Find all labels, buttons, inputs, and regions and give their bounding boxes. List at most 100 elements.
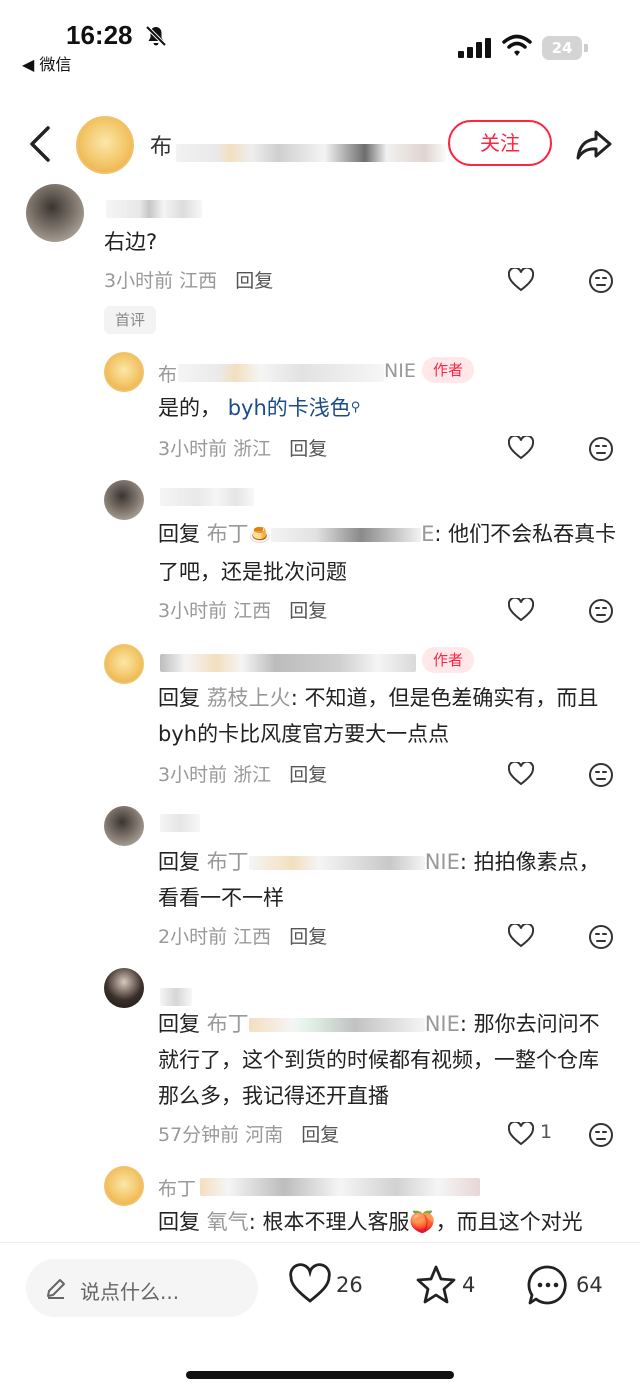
reply-meta: 2小时前 江西 回复 — [158, 922, 327, 949]
reply-target-tail: E — [421, 522, 435, 546]
emoji-face-icon[interactable] — [588, 436, 614, 462]
redacted-target — [248, 1018, 425, 1032]
comment-button[interactable]: 64 — [526, 1263, 616, 1311]
user-avatar[interactable] — [104, 480, 144, 520]
comment-text: 右边? — [104, 230, 158, 254]
user-avatar[interactable] — [26, 184, 84, 242]
heart-icon[interactable] — [508, 436, 534, 460]
input-placeholder: 说点什么... — [80, 1280, 180, 1304]
heart-icon[interactable] — [508, 762, 534, 786]
reply-region: 江西 — [233, 926, 272, 948]
reply-text: 回复 氧气: 根本不理人客服🍑，而且这个对光 — [158, 1204, 628, 1240]
search-small-icon: ⚲ — [350, 400, 361, 415]
reply-text: 回复 布丁🍮 E: 他们不会私吞真卡了吧，还是批次问题 — [158, 516, 618, 590]
reply-text-plain: 是的， — [158, 396, 221, 420]
comment-input[interactable]: 说点什么... — [26, 1259, 258, 1317]
reply-prefix: 回复 — [158, 686, 200, 710]
reply-target-name[interactable]: 氧气 — [207, 1210, 249, 1234]
reply-prefix: 回复 — [158, 1210, 200, 1234]
reply-meta: 3小时前 浙江 回复 — [158, 760, 327, 787]
reply-meta: 3小时前 浙江 回复 — [158, 434, 327, 461]
comment-region: 江西 — [179, 270, 218, 292]
reply-region: 浙江 — [233, 764, 272, 786]
user-avatar[interactable] — [104, 806, 144, 846]
reply-nick: 布 — [158, 364, 178, 386]
emoji-face-icon[interactable] — [588, 924, 614, 950]
emoji-face-icon[interactable] — [588, 598, 614, 624]
reply-item: 作者 回复 荔枝上火: 不知道，但是色差确实有，而且byh的卡比风度官方要大一点… — [0, 644, 640, 794]
reply-time: 3小时前 — [158, 764, 228, 786]
note-header: 布 关注 — [0, 110, 640, 180]
reply-target-name[interactable]: 布丁 — [207, 1012, 249, 1036]
redacted-nick — [178, 364, 384, 382]
heart-icon[interactable] — [508, 1122, 534, 1146]
like-button[interactable]: 26 — [288, 1263, 368, 1311]
reply-button[interactable]: 回复 — [301, 1124, 339, 1146]
emoji-face-icon[interactable] — [588, 762, 614, 788]
reply-target-tail: NIE — [424, 1012, 460, 1036]
redacted-name — [176, 144, 446, 162]
reply-meta: 3小时前 江西 回复 — [158, 596, 327, 623]
reply-target-name[interactable]: 布丁 — [207, 850, 249, 874]
author-avatar-small[interactable] — [104, 1166, 144, 1206]
reply-time: 57分钟前 — [158, 1124, 240, 1146]
redacted-nick — [160, 814, 200, 832]
back-arrow-icon[interactable] — [26, 124, 54, 164]
redacted-target — [271, 528, 422, 542]
emoji-face-icon[interactable] — [588, 268, 614, 294]
reply-meta: 57分钟前 河南 回复 — [158, 1120, 339, 1147]
emoji-face-icon[interactable] — [588, 1122, 614, 1148]
redacted-target — [248, 856, 425, 870]
favorite-count: 4 — [462, 1273, 476, 1297]
pen-icon — [47, 1279, 65, 1299]
star-icon — [416, 1265, 456, 1304]
reply-item: 回复 布丁🍮 E: 他们不会私吞真卡了吧，还是批次问题 3小时前 江西 回复 — [0, 480, 640, 630]
reply-button[interactable]: 回复 — [289, 600, 327, 622]
first-comment-badge: 首评 — [104, 306, 156, 334]
comment-meta: 3小时前 江西 回复 — [104, 266, 273, 293]
author-avatar-small[interactable] — [104, 644, 144, 684]
heart-icon[interactable] — [508, 268, 534, 292]
reply-target-name[interactable]: 布丁 — [207, 522, 249, 546]
reply-prefix: 回复 — [158, 850, 200, 874]
share-icon[interactable] — [574, 124, 614, 164]
reply-region: 浙江 — [233, 438, 272, 460]
reply-target-tail: NIE — [424, 850, 460, 874]
redacted-nick — [200, 1178, 480, 1196]
reply-time: 3小时前 — [158, 438, 228, 460]
reply-region: 江西 — [233, 600, 272, 622]
clock: 16:28 — [66, 20, 133, 50]
redacted-nick — [106, 200, 202, 218]
author-name[interactable]: 布 — [150, 129, 172, 161]
user-avatar[interactable] — [104, 968, 144, 1008]
heart-icon[interactable] — [508, 924, 534, 948]
follow-button[interactable]: 关注 — [448, 120, 552, 166]
reply-item: 回复 布丁 NIE: 拍拍像素点，看看一不一样 2小时前 江西 回复 — [0, 806, 640, 956]
favorite-button[interactable]: 4 — [414, 1263, 484, 1311]
author-tag: 作者 — [422, 647, 474, 673]
chat-bubble-icon — [527, 1265, 567, 1305]
status-bar: 16:28 ◀ 微信 24 — [0, 0, 640, 80]
wifi-icon — [502, 34, 532, 56]
author-avatar[interactable] — [76, 116, 134, 174]
search-link[interactable]: byh的卡浅色 — [228, 396, 351, 420]
reply-button[interactable]: 回复 — [289, 438, 327, 460]
reply-button[interactable]: 回复 — [235, 270, 273, 292]
cell-signal-icon — [458, 38, 491, 58]
reply-target-name[interactable]: 荔枝上火 — [207, 686, 291, 710]
reply-button[interactable]: 回复 — [289, 926, 327, 948]
back-to-app[interactable]: ◀ 微信 — [22, 51, 71, 75]
reply-item: 布丁 回复 氧气: 根本不理人客服🍑，而且这个对光 — [0, 1166, 640, 1242]
reply-time: 3小时前 — [158, 600, 228, 622]
reply-prefix: 回复 — [158, 1012, 200, 1036]
author-avatar-small[interactable] — [104, 352, 144, 392]
reply-button[interactable]: 回复 — [289, 764, 327, 786]
reply-nick: 布丁 — [158, 1178, 197, 1200]
redacted-nick — [160, 488, 254, 506]
redacted-nick — [160, 654, 416, 672]
reply-prefix: 回复 — [158, 522, 200, 546]
like-count: 1 — [540, 1121, 553, 1143]
author-tag: 作者 — [422, 357, 474, 383]
heart-icon[interactable] — [508, 598, 534, 622]
reply-nick-suffix: NIE — [384, 360, 416, 382]
